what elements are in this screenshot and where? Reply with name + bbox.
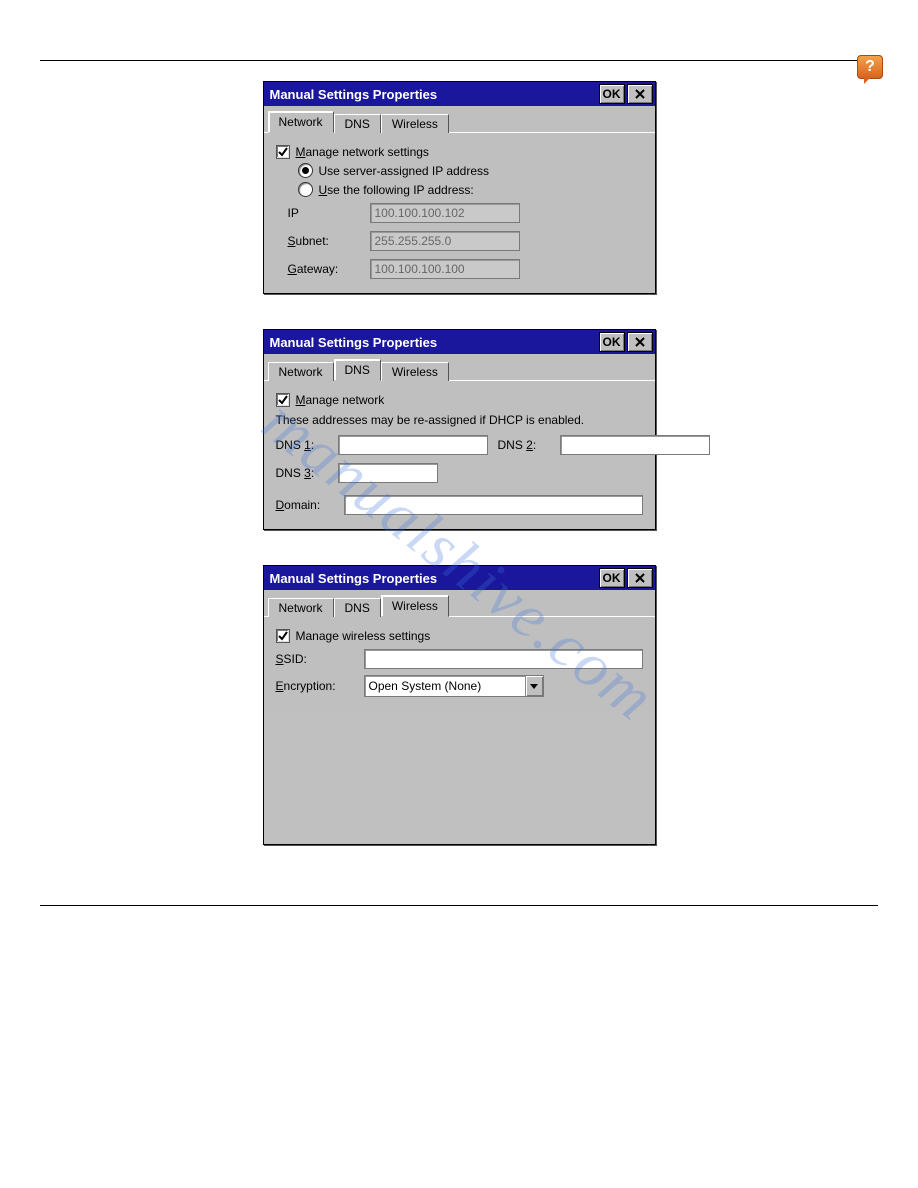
dialog-title: Manual Settings Properties: [270, 571, 597, 586]
dns2-label: DNS 2:: [498, 438, 550, 452]
close-icon: [634, 336, 646, 348]
ssid-input[interactable]: [364, 649, 643, 669]
check-icon: [277, 394, 289, 406]
encryption-label: Encryption:: [276, 679, 356, 693]
dns2-input[interactable]: [560, 435, 710, 455]
radio-static-ip[interactable]: [298, 182, 313, 197]
ssid-label: SSID:: [276, 652, 356, 666]
tab-dns[interactable]: DNS: [334, 598, 381, 617]
radio-static-ip-label: Use the following IP address:: [319, 183, 474, 197]
manage-network-checkbox[interactable]: [276, 145, 290, 159]
tab-dns[interactable]: DNS: [334, 114, 381, 133]
manage-network-checkbox[interactable]: [276, 393, 290, 407]
gateway-label: Gateway:: [288, 262, 358, 276]
panel-dns: Manage network These addresses may be re…: [264, 380, 655, 529]
subnet-label: Subnet:: [288, 234, 358, 248]
manage-wireless-label: Manage wireless settings: [296, 629, 431, 643]
dialog-title: Manual Settings Properties: [270, 87, 597, 102]
close-button[interactable]: [627, 84, 653, 104]
titlebar: Manual Settings Properties OK: [264, 566, 655, 590]
ip-input[interactable]: [370, 203, 520, 223]
radio-server-ip-label: Use server-assigned IP address: [319, 164, 490, 178]
dialog-wireless: Manual Settings Properties OK Network DN…: [263, 565, 656, 845]
check-icon: [277, 146, 289, 158]
dns1-input[interactable]: [338, 435, 488, 455]
tab-wireless[interactable]: Wireless: [381, 595, 449, 617]
encryption-value: Open System (None): [365, 679, 525, 693]
dialog-dns: Manual Settings Properties OK Network DN…: [263, 329, 656, 530]
titlebar: Manual Settings Properties OK: [264, 82, 655, 106]
domain-label: Domain:: [276, 498, 336, 512]
gateway-input[interactable]: [370, 259, 520, 279]
panel-network: Manage network settings Use server-assig…: [264, 132, 655, 293]
panel-wireless: Manage wireless settings SSID: Encryptio…: [264, 616, 655, 711]
tab-dns[interactable]: DNS: [334, 359, 381, 381]
check-icon: [277, 630, 289, 642]
tab-network[interactable]: Network: [268, 362, 334, 381]
tab-network[interactable]: Network: [268, 598, 334, 617]
close-icon: [634, 88, 646, 100]
close-icon: [634, 572, 646, 584]
close-button[interactable]: [627, 568, 653, 588]
help-icon[interactable]: ?: [857, 55, 883, 79]
tab-strip: Network DNS Wireless: [264, 590, 655, 616]
radio-server-ip[interactable]: [298, 163, 313, 178]
subnet-input[interactable]: [370, 231, 520, 251]
dns3-label: DNS 3:: [276, 466, 328, 480]
dialog-title: Manual Settings Properties: [270, 335, 597, 350]
ok-button[interactable]: OK: [599, 568, 625, 588]
dns-note: These addresses may be re-assigned if DH…: [276, 413, 643, 427]
close-button[interactable]: [627, 332, 653, 352]
tab-strip: Network DNS Wireless: [264, 106, 655, 132]
dropdown-arrow-icon: [525, 676, 543, 696]
manage-network-label: Manage network settings: [296, 145, 429, 159]
tab-wireless[interactable]: Wireless: [381, 114, 449, 133]
manage-wireless-checkbox[interactable]: [276, 629, 290, 643]
dns1-label: DNS 1:: [276, 438, 328, 452]
tab-wireless[interactable]: Wireless: [381, 362, 449, 381]
ok-button[interactable]: OK: [599, 84, 625, 104]
ip-label: IP: [288, 206, 358, 220]
domain-input[interactable]: [344, 495, 643, 515]
encryption-select[interactable]: Open System (None): [364, 675, 544, 697]
tab-strip: Network DNS Wireless: [264, 354, 655, 380]
manage-network-label: Manage network: [296, 393, 385, 407]
tab-network[interactable]: Network: [268, 111, 334, 133]
titlebar: Manual Settings Properties OK: [264, 330, 655, 354]
dns3-input[interactable]: [338, 463, 438, 483]
ok-button[interactable]: OK: [599, 332, 625, 352]
dialog-network: Manual Settings Properties OK Network DN…: [263, 81, 656, 294]
